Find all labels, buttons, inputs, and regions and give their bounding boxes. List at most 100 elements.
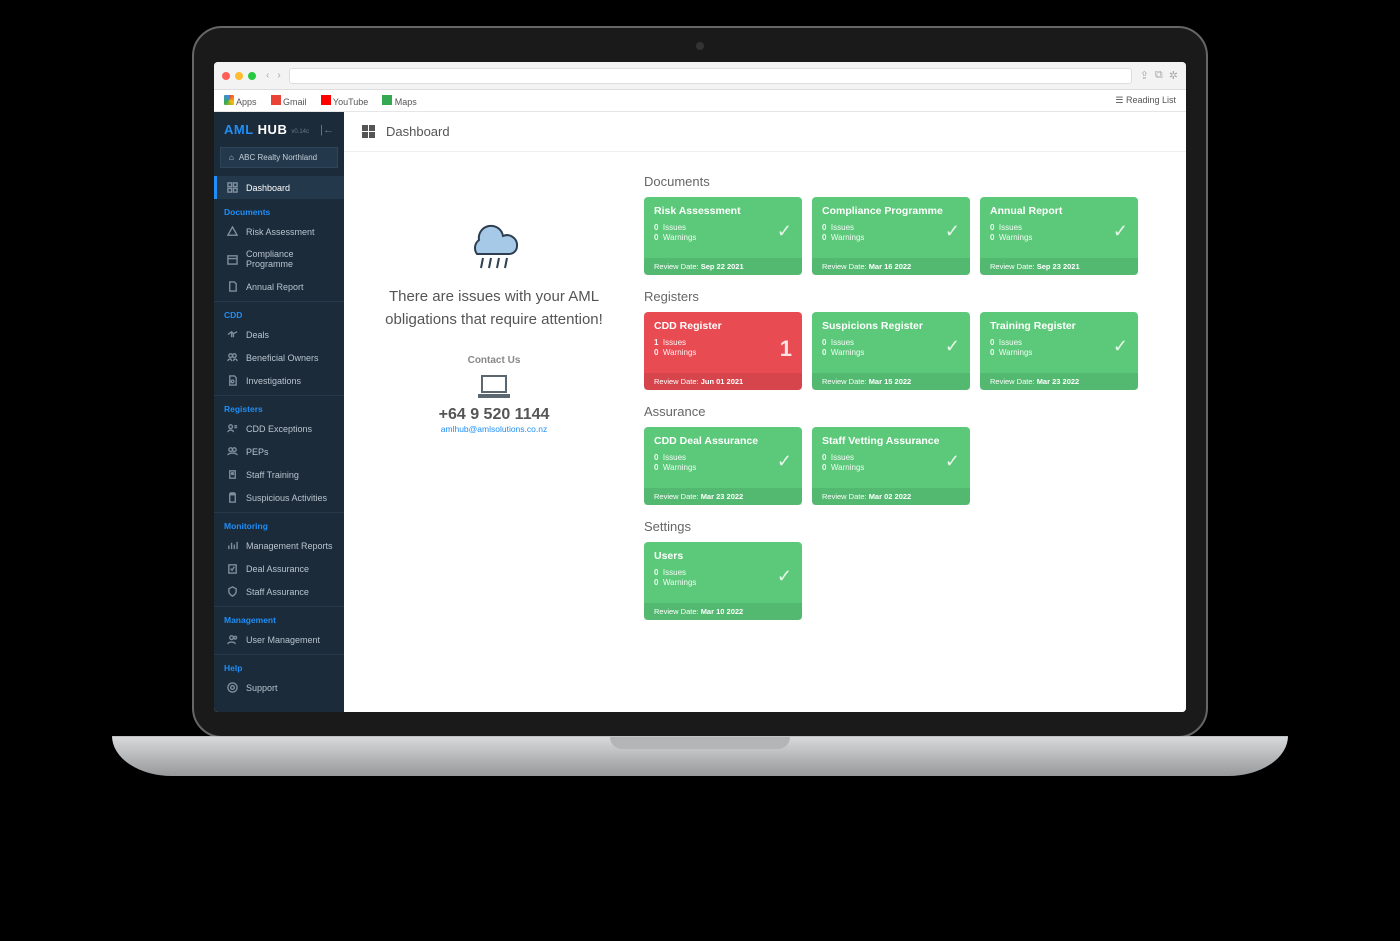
people-icon (227, 446, 238, 457)
badge-icon (227, 469, 238, 480)
check-icon: ✓ (1113, 221, 1128, 242)
user-gear-icon (227, 634, 238, 645)
document-icon (227, 281, 238, 292)
nav-staff-assurance[interactable]: Staff Assurance (214, 580, 344, 603)
card-training-register[interactable]: Training Register0 Issues0 Warnings✓Revi… (980, 312, 1138, 390)
nav-dashboard[interactable]: Dashboard (214, 176, 344, 199)
contact-email[interactable]: amlhub@amlsolutions.co.nz (441, 424, 547, 434)
card-suspicions-register[interactable]: Suspicions Register0 Issues0 Warnings✓Re… (812, 312, 970, 390)
nav-beneficial-owners[interactable]: Beneficial Owners (214, 346, 344, 369)
card-issues: 0 Issues (822, 453, 960, 463)
nav-staff-training[interactable]: Staff Training (214, 463, 344, 486)
nav-label: Compliance Programme (246, 249, 334, 269)
nav-suspicious-activities[interactable]: Suspicious Activities (214, 486, 344, 509)
file-search-icon (227, 375, 238, 386)
section-title-settings: Settings (644, 519, 1156, 534)
card-issues: 1 Issues (654, 338, 792, 348)
dashboard-icon (227, 182, 238, 193)
nav-user-management[interactable]: User Management (214, 628, 344, 651)
card-staff-vetting-assurance[interactable]: Staff Vetting Assurance0 Issues0 Warning… (812, 427, 970, 505)
card-warnings: 0 Warnings (654, 348, 792, 358)
nav-label: Dashboard (246, 183, 290, 193)
maximize-icon[interactable] (248, 72, 256, 80)
nav-investigations[interactable]: Investigations (214, 369, 344, 392)
apps-button[interactable]: Apps (224, 95, 257, 107)
nav-buttons[interactable]: ‹ › (266, 70, 281, 81)
card-warnings: 0 Warnings (654, 463, 792, 473)
calendar-icon (227, 254, 238, 265)
share-icon[interactable]: ⇪ (1140, 69, 1149, 82)
contact-phone: +64 9 520 1144 (439, 406, 550, 424)
nav-head-registers: Registers (214, 395, 344, 417)
card-title: Staff Vetting Assurance (822, 435, 960, 447)
bookmark-maps[interactable]: Maps (382, 95, 417, 107)
card-cdd-deal-assurance[interactable]: CDD Deal Assurance0 Issues0 Warnings✓Rev… (644, 427, 802, 505)
check-icon: ✓ (945, 221, 960, 242)
card-title: CDD Register (654, 320, 792, 332)
settings-icon[interactable]: ✲ (1169, 69, 1178, 82)
reading-list-button[interactable]: ☰ Reading List (1115, 95, 1176, 106)
address-bar[interactable] (289, 68, 1132, 84)
logo-version: v0.14c (291, 129, 309, 135)
nav-deal-assurance[interactable]: Deal Assurance (214, 557, 344, 580)
nav-management-reports[interactable]: Management Reports (214, 534, 344, 557)
card-risk-assessment[interactable]: Risk Assessment0 Issues0 Warnings✓Review… (644, 197, 802, 275)
laptop-frame: ‹ › ⇪ ⧉ ✲ Apps Gmail YouTube Maps ☰ Read… (192, 26, 1208, 738)
status-message: There are issues with your AML obligatio… (369, 286, 619, 331)
window-controls[interactable] (222, 72, 256, 80)
card-cdd-register[interactable]: CDD Register1 Issues0 Warnings1Review Da… (644, 312, 802, 390)
logo-part1: AML (224, 122, 254, 137)
card-warnings: 0 Warnings (822, 348, 960, 358)
sidebar: AMLHUB v0.14c |← ⌂ ABC Realty Northland … (214, 112, 344, 712)
tenant-name: ABC Realty Northland (239, 153, 317, 162)
bookmark-gmail[interactable]: Gmail (271, 95, 307, 107)
check-icon: ✓ (945, 336, 960, 357)
close-icon[interactable] (222, 72, 230, 80)
card-compliance-programme[interactable]: Compliance Programme0 Issues0 Warnings✓R… (812, 197, 970, 275)
card-users[interactable]: Users0 Issues0 Warnings✓Review Date: Mar… (644, 542, 802, 620)
nav-label: Suspicious Activities (246, 493, 327, 503)
card-issues: 0 Issues (654, 223, 792, 233)
back-icon[interactable]: ‹ (266, 70, 269, 81)
logo: AMLHUB v0.14c |← (214, 112, 344, 143)
card-row-registers: CDD Register1 Issues0 Warnings1Review Da… (644, 312, 1156, 390)
card-review-date: Review Date: Mar 10 2022 (644, 603, 802, 620)
nav-peps[interactable]: PEPs (214, 440, 344, 463)
nav-label: Deal Assurance (246, 564, 309, 574)
card-review-date: Review Date: Jun 01 2021 (644, 373, 802, 390)
forward-icon[interactable]: › (277, 70, 280, 81)
nav-annual-report[interactable]: Annual Report (214, 275, 344, 298)
minimize-icon[interactable] (235, 72, 243, 80)
nav-risk-assessment[interactable]: Risk Assessment (214, 220, 344, 243)
nav-head-documents: Documents (214, 199, 344, 220)
nav-cdd-exceptions[interactable]: CDD Exceptions (214, 417, 344, 440)
card-issues: 0 Issues (654, 568, 792, 578)
card-annual-report[interactable]: Annual Report0 Issues0 Warnings✓Review D… (980, 197, 1138, 275)
nav-label: Deals (246, 330, 269, 340)
app-root: AMLHUB v0.14c |← ⌂ ABC Realty Northland … (214, 112, 1186, 712)
tabs-icon[interactable]: ⧉ (1155, 69, 1163, 82)
card-warnings: 0 Warnings (990, 233, 1128, 243)
nav-head-cdd: CDD (214, 301, 344, 323)
browser-toolbar: ‹ › ⇪ ⧉ ✲ (214, 62, 1186, 90)
card-title: Users (654, 550, 792, 562)
card-issues: 0 Issues (654, 453, 792, 463)
page-title: Dashboard (386, 124, 450, 139)
content-area: There are issues with your AML obligatio… (344, 152, 1186, 712)
shield-icon (227, 586, 238, 597)
card-title: Annual Report (990, 205, 1128, 217)
users-line-icon (227, 423, 238, 434)
card-review-date: Review Date: Mar 16 2022 (812, 258, 970, 275)
nav-label: CDD Exceptions (246, 424, 312, 434)
nav-compliance-programme[interactable]: Compliance Programme (214, 243, 344, 275)
tenant-selector[interactable]: ⌂ ABC Realty Northland (220, 147, 338, 168)
screen: ‹ › ⇪ ⧉ ✲ Apps Gmail YouTube Maps ☰ Read… (214, 62, 1186, 712)
contact-heading: Contact Us (468, 355, 521, 366)
nav-support[interactable]: Support (214, 676, 344, 699)
nav-deals[interactable]: Deals (214, 323, 344, 346)
section-title-documents: Documents (644, 174, 1156, 189)
bookmark-youtube[interactable]: YouTube (321, 95, 369, 107)
collapse-sidebar-icon[interactable]: |← (320, 124, 334, 136)
laptop-base (112, 736, 1288, 776)
card-warnings: 0 Warnings (654, 578, 792, 588)
